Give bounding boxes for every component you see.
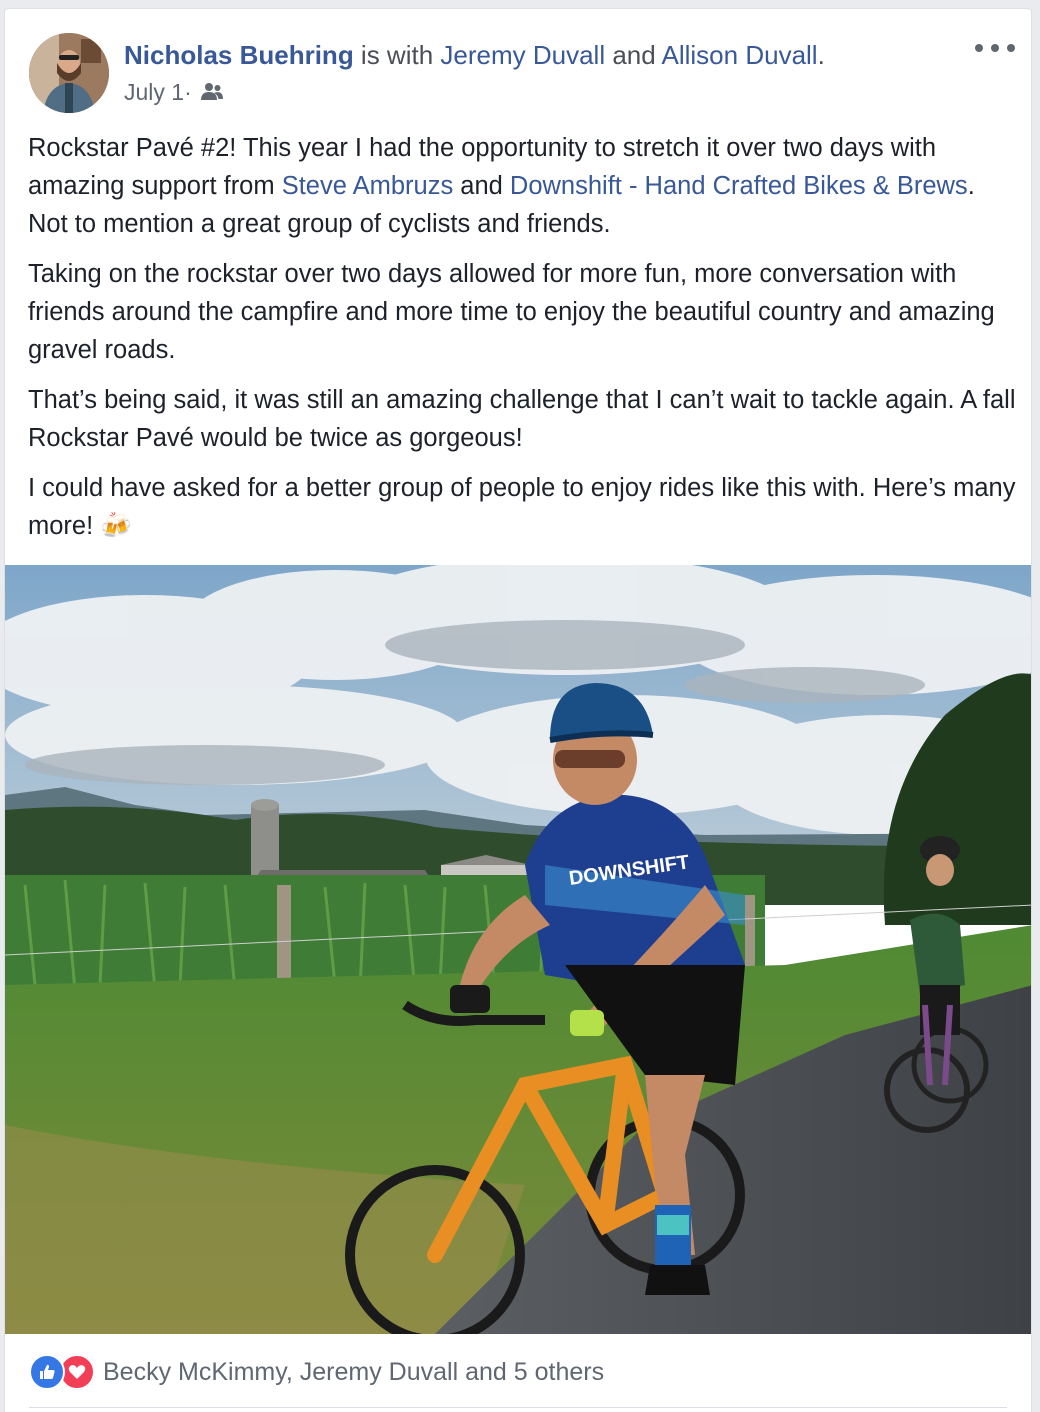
divider <box>29 1407 1007 1408</box>
post-photo[interactable]: DOWNSHIFT <box>5 565 1032 1334</box>
header-period: . <box>817 40 825 70</box>
reactions-summary[interactable]: Becky McKimmy, Jeremy Duvall and 5 other… <box>29 1352 604 1392</box>
mention-downshift[interactable]: Downshift - Hand Crafted Bikes & Brews <box>510 172 968 200</box>
more-dot-icon <box>1007 44 1015 52</box>
p4-text: I could have asked for a better group of… <box>28 474 1016 540</box>
friends-icon[interactable] <box>200 82 224 102</box>
post-body: Rockstar Pavé #2! This year I had the op… <box>28 129 1018 557</box>
reactions-text[interactable]: Becky McKimmy, Jeremy Duvall and 5 other… <box>103 1352 604 1392</box>
more-dot-icon <box>991 44 999 52</box>
post-paragraph-4: I could have asked for a better group of… <box>28 469 1018 545</box>
tagged-friend-1[interactable]: Jeremy Duvall <box>440 40 605 70</box>
p1-text-b: and <box>453 172 510 200</box>
and-text: and <box>605 40 662 70</box>
meta-separator: · <box>184 79 192 105</box>
tagged-friend-2[interactable]: Allison Duvall <box>662 40 818 70</box>
post-card: Nicholas Buehring is with Jeremy Duvall … <box>4 8 1032 1412</box>
more-dot-icon <box>975 44 983 52</box>
post-meta: July 1 · <box>124 76 224 108</box>
post-paragraph-1: Rockstar Pavé #2! This year I had the op… <box>28 129 1018 243</box>
post-paragraph-3: That’s being said, it was still an amazi… <box>28 386 1016 452</box>
post-date[interactable]: July 1 <box>124 76 184 108</box>
with-text: is with <box>353 40 441 70</box>
mention-steve-ambruzs[interactable]: Steve Ambruzs <box>282 172 454 200</box>
author-name[interactable]: Nicholas Buehring <box>124 40 354 70</box>
beer-mugs-emoji: 🍻 <box>100 512 133 540</box>
post-header: Nicholas Buehring is with Jeremy Duvall … <box>124 38 825 72</box>
author-avatar[interactable] <box>29 33 109 113</box>
like-icon <box>29 1354 65 1390</box>
more-options-button[interactable] <box>975 37 1015 59</box>
post-paragraph-2: Taking on the rockstar over two days all… <box>28 260 995 364</box>
